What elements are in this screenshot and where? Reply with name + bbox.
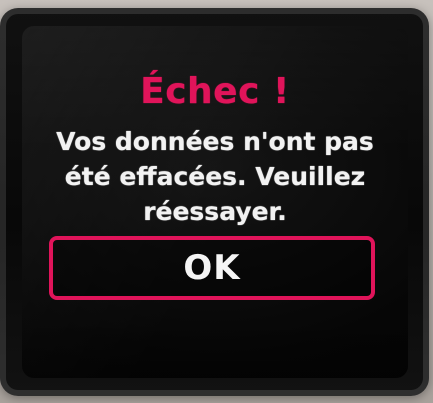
screen-bottom-shadow bbox=[22, 318, 408, 378]
ok-button[interactable]: OK bbox=[49, 236, 375, 300]
device-photo: Échec ! Vos données n'ont pas été effacé… bbox=[0, 0, 433, 403]
ok-button-label: OK bbox=[183, 248, 241, 288]
dialog-message: Vos données n'ont pas été effacées. Veui… bbox=[56, 127, 374, 226]
dialog-title: Échec ! bbox=[140, 71, 290, 112]
watch-screen: Échec ! Vos données n'ont pas été effacé… bbox=[22, 26, 408, 378]
